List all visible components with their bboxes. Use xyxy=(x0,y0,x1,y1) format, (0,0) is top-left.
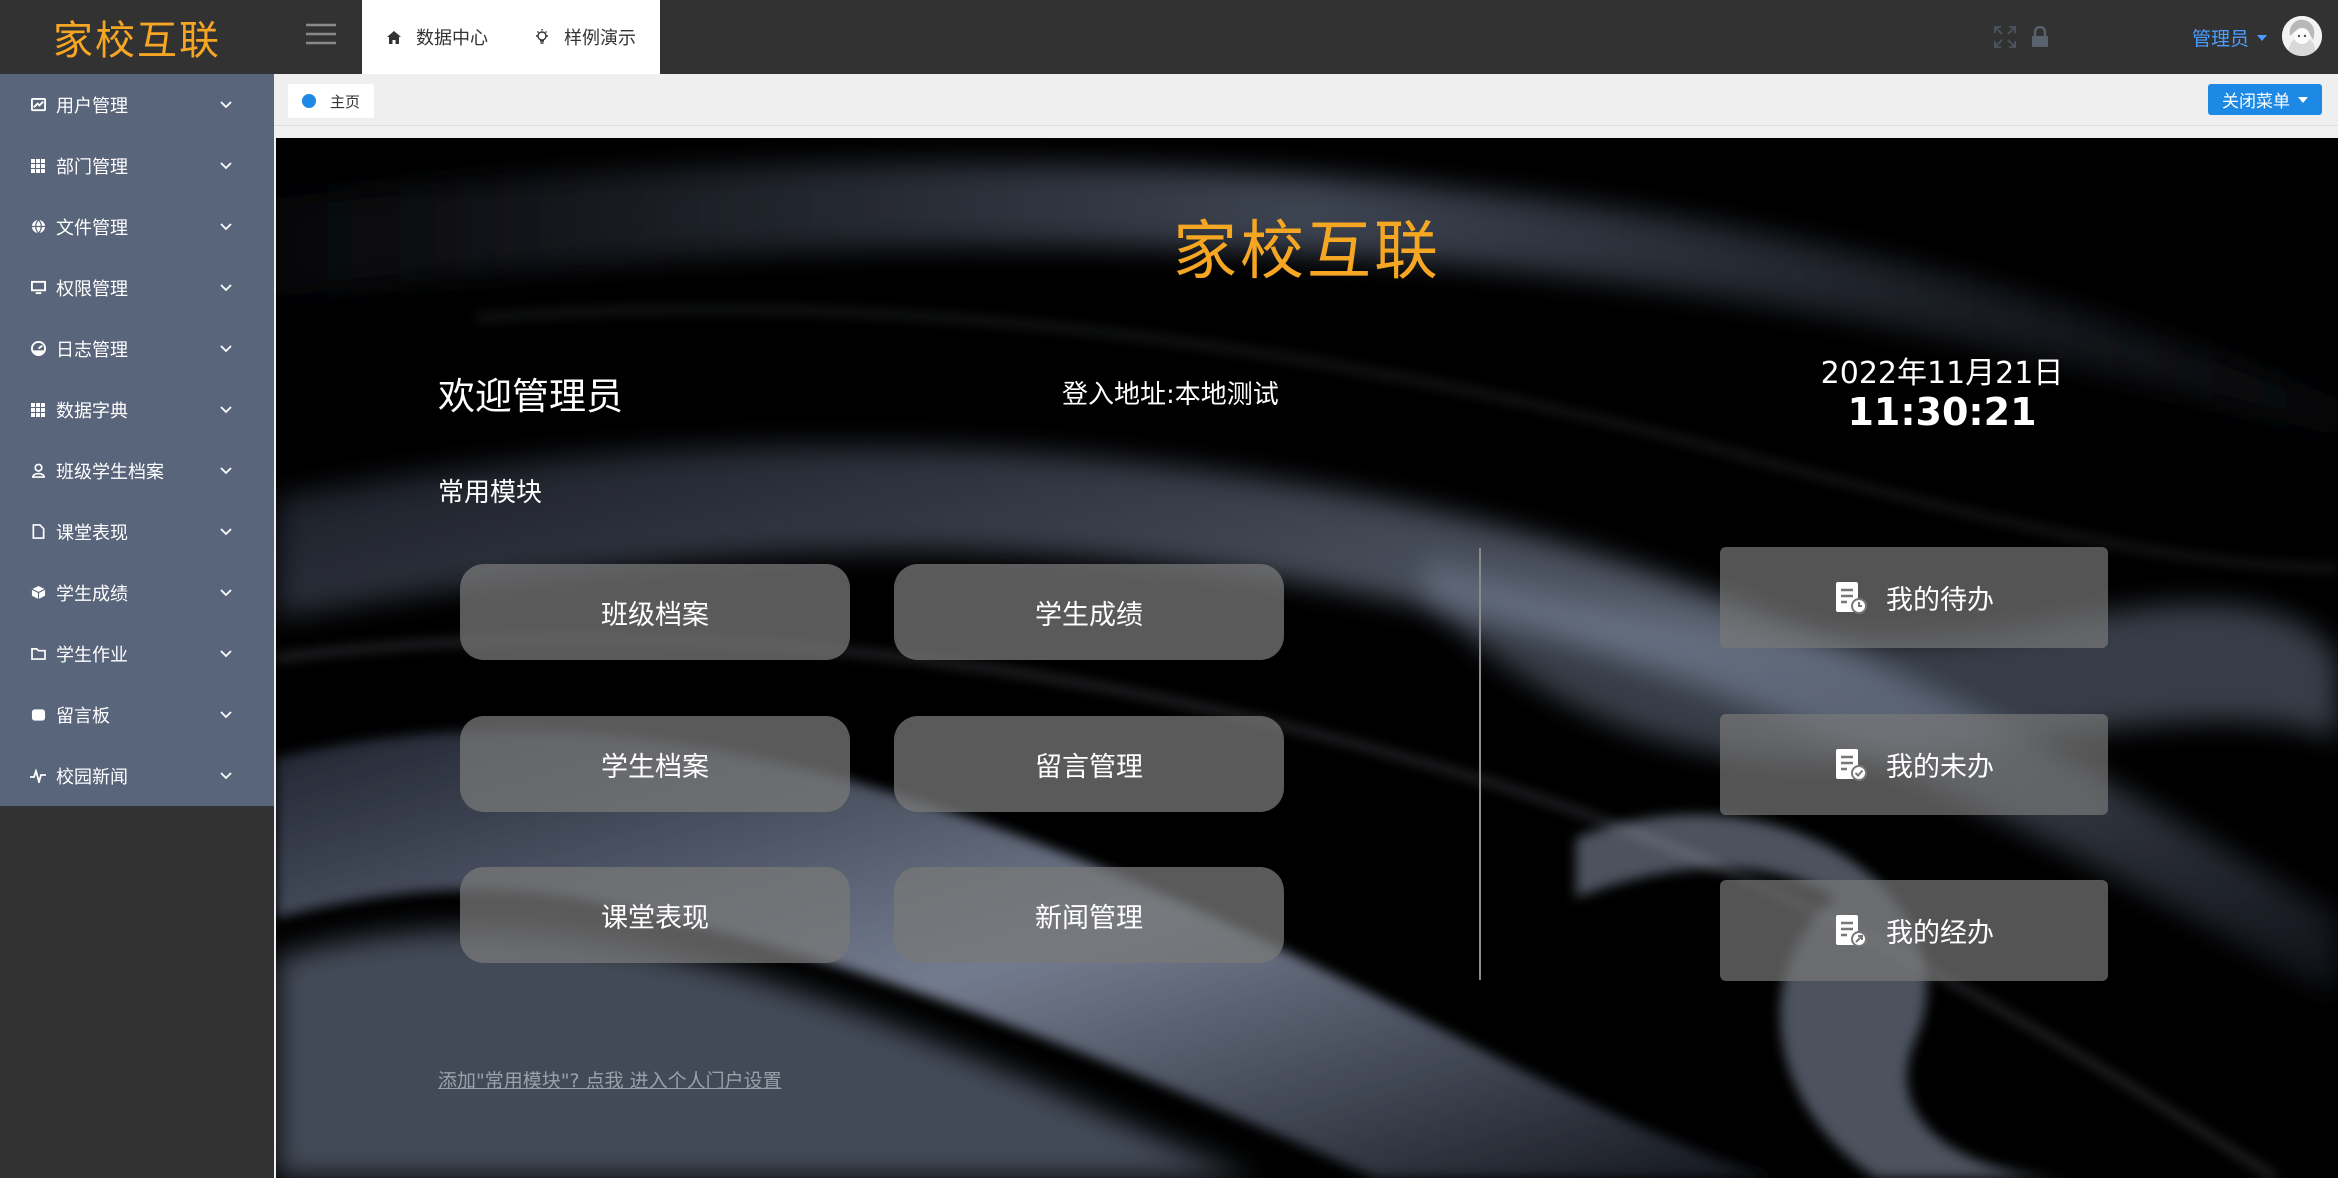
caret-down-icon xyxy=(2257,34,2268,41)
sidebar: 家校互联 用户管理 部门管理 文件管理 权限管理 日志管理 数据字典 班级学生档… xyxy=(0,0,274,1178)
portal-settings-link[interactable]: 添加"常用模块"? 点我 进入个人门户设置 xyxy=(438,1066,782,1093)
module-student-grades-button[interactable]: 学生成绩 xyxy=(894,564,1284,660)
my-pending-button[interactable]: 我的未办 xyxy=(1720,714,2108,815)
page-title: 家校互联 xyxy=(1173,215,1441,289)
sidebar-item-label: 留言板 xyxy=(56,705,110,727)
user-name-label: 管理员 xyxy=(2192,28,2250,50)
sidebar-item-label: 数据字典 xyxy=(56,400,128,422)
chevron-down-icon xyxy=(218,646,234,662)
sidebar-item-campus-news[interactable]: 校园新闻 xyxy=(0,745,274,806)
chart-icon xyxy=(30,97,46,113)
chevron-down-icon xyxy=(218,341,234,357)
chevron-down-icon xyxy=(218,402,234,418)
dashboard-panel: 家校互联 欢迎管理员 登入地址: 本地测试 2022年11月21日 11:30:… xyxy=(276,138,2338,1178)
sidebar-item-label: 日志管理 xyxy=(56,339,128,361)
sidebar-item-label: 权限管理 xyxy=(56,278,128,300)
tab-label: 样例演示 xyxy=(564,28,636,49)
current-date: 2022年11月21日 xyxy=(1820,356,2064,391)
tab-label: 数据中心 xyxy=(416,28,488,49)
menu-toggle-icon[interactable] xyxy=(306,22,336,52)
sidebar-item-class-student-files[interactable]: 班级学生档案 xyxy=(0,440,274,501)
sidebar-item-label: 课堂表现 xyxy=(56,522,128,544)
tab-demo[interactable]: 样例演示 xyxy=(534,24,636,50)
todo-doc-icon xyxy=(1836,581,1867,614)
avatar[interactable] xyxy=(2282,16,2322,56)
home-icon xyxy=(387,30,401,44)
user-menu[interactable]: 管理员 xyxy=(2192,24,2268,51)
file-icon xyxy=(30,524,46,540)
caret-down-icon xyxy=(2298,96,2308,103)
module-news-management-button[interactable]: 新闻管理 xyxy=(894,867,1284,963)
close-menu-label: 关闭菜单 xyxy=(2222,92,2290,112)
sidebar-item-label: 部门管理 xyxy=(56,156,128,178)
chevron-down-icon xyxy=(218,768,234,784)
login-address-label: 登入地址: xyxy=(1062,380,1175,410)
sidebar-item-logs[interactable]: 日志管理 xyxy=(0,318,274,379)
module-message-management-button[interactable]: 留言管理 xyxy=(894,716,1284,812)
divider xyxy=(1479,548,1481,980)
chevron-down-icon xyxy=(218,97,234,113)
sidebar-item-label: 文件管理 xyxy=(56,217,128,239)
sidebar-item-label: 用户管理 xyxy=(56,95,128,117)
sidebar-item-homework[interactable]: 学生作业 xyxy=(0,623,274,684)
active-dot-icon xyxy=(302,94,316,108)
app-logo: 家校互联 xyxy=(53,18,221,64)
my-pending-label: 我的未办 xyxy=(1886,752,1994,783)
dashboard-icon xyxy=(30,341,46,357)
chevron-down-icon xyxy=(218,219,234,235)
chevron-down-icon xyxy=(218,585,234,601)
handled-doc-icon xyxy=(1836,914,1867,947)
lock-icon[interactable] xyxy=(2030,25,2052,48)
login-address-value: 本地测试 xyxy=(1174,380,1279,410)
my-handled-label: 我的经办 xyxy=(1886,918,1994,949)
login-address: 登入地址: 本地测试 xyxy=(1062,374,1279,411)
sidebar-menu: 用户管理 部门管理 文件管理 权限管理 日志管理 数据字典 班级学生档案 课堂表… xyxy=(0,74,274,806)
tab-home-label: 主页 xyxy=(330,92,361,111)
sidebar-item-permissions[interactable]: 权限管理 xyxy=(0,257,274,318)
top-header: 数据中心 样例演示 管理员 xyxy=(274,0,2338,74)
grid-icon xyxy=(30,402,46,418)
sidebar-item-class-performance[interactable]: 课堂表现 xyxy=(0,501,274,562)
sidebar-item-dictionary[interactable]: 数据字典 xyxy=(0,379,274,440)
globe-icon xyxy=(30,219,46,235)
chevron-down-icon xyxy=(218,524,234,540)
sidebar-item-label: 班级学生档案 xyxy=(56,461,164,483)
breadcrumb-bar: 主页 关闭菜单 xyxy=(274,74,2338,126)
top-tabs: 数据中心 样例演示 xyxy=(362,0,660,74)
bulb-icon xyxy=(536,29,548,44)
chevron-down-icon xyxy=(218,158,234,174)
grid-icon xyxy=(30,158,46,174)
sidebar-item-message-board[interactable]: 留言板 xyxy=(0,684,274,745)
module-class-performance-button[interactable]: 课堂表现 xyxy=(460,867,850,963)
cube-icon xyxy=(30,585,46,601)
module-class-files-button[interactable]: 班级档案 xyxy=(460,564,850,660)
pulse-icon xyxy=(30,768,46,784)
tab-data-center[interactable]: 数据中心 xyxy=(386,24,488,50)
user-icon xyxy=(30,463,46,479)
chevron-down-icon xyxy=(218,463,234,479)
close-menu-button[interactable]: 关闭菜单 xyxy=(2208,84,2322,115)
folder-icon xyxy=(30,646,46,662)
check-doc-icon xyxy=(1836,748,1867,781)
chevron-down-icon xyxy=(218,280,234,296)
sidebar-item-label: 学生成绩 xyxy=(56,583,128,605)
sidebar-item-grades[interactable]: 学生成绩 xyxy=(0,562,274,623)
message-icon xyxy=(30,707,46,723)
module-student-files-button[interactable]: 学生档案 xyxy=(460,716,850,812)
sidebar-item-users[interactable]: 用户管理 xyxy=(0,74,274,135)
chevron-down-icon xyxy=(218,707,234,723)
fullscreen-icon[interactable] xyxy=(1994,26,2016,48)
modules-heading: 常用模块 xyxy=(438,478,543,508)
welcome-text: 欢迎管理员 xyxy=(438,375,623,418)
my-todo-button[interactable]: 我的待办 xyxy=(1720,547,2108,648)
current-time: 11:30:21 xyxy=(1847,390,2037,434)
tab-home[interactable]: 主页 xyxy=(288,84,375,118)
monitor-icon xyxy=(30,280,46,296)
sidebar-item-files[interactable]: 文件管理 xyxy=(0,196,274,257)
my-handled-button[interactable]: 我的经办 xyxy=(1720,880,2108,981)
my-todo-label: 我的待办 xyxy=(1886,585,1994,616)
sidebar-item-label: 校园新闻 xyxy=(56,766,128,788)
sidebar-item-departments[interactable]: 部门管理 xyxy=(0,135,274,196)
sidebar-item-label: 学生作业 xyxy=(56,644,128,666)
